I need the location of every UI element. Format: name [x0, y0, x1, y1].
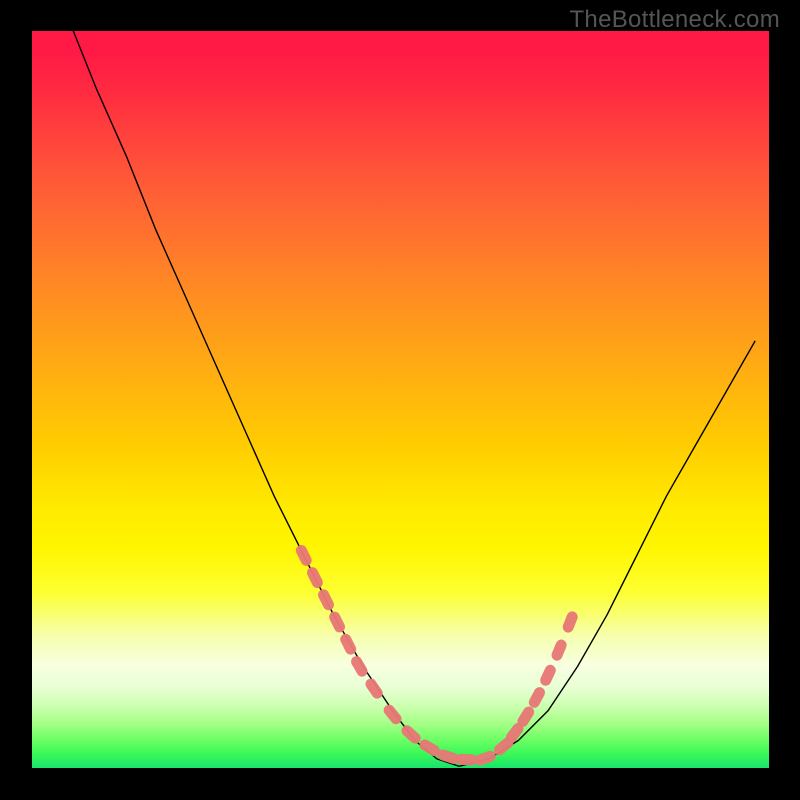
curve-marker — [294, 543, 314, 568]
bottleneck-curve — [67, 30, 755, 766]
curve-marker — [473, 749, 497, 767]
curve-marker — [538, 663, 557, 688]
watermark-text: TheBottleneck.com — [569, 6, 780, 34]
chart-svg — [30, 30, 770, 770]
curve-marker — [327, 610, 347, 635]
curve-marker — [349, 654, 370, 679]
x-axis-line — [30, 768, 770, 770]
plot-area — [30, 30, 770, 770]
curve-marker — [305, 565, 325, 590]
curve-marker — [399, 723, 423, 746]
curve-marker — [381, 702, 403, 726]
curve-marker — [550, 638, 569, 663]
y-axis-line — [30, 30, 32, 770]
marker-group — [294, 543, 579, 767]
curve-marker — [561, 610, 579, 635]
curve-marker — [316, 588, 336, 613]
curve-marker — [527, 685, 547, 710]
curve-marker — [363, 676, 385, 700]
